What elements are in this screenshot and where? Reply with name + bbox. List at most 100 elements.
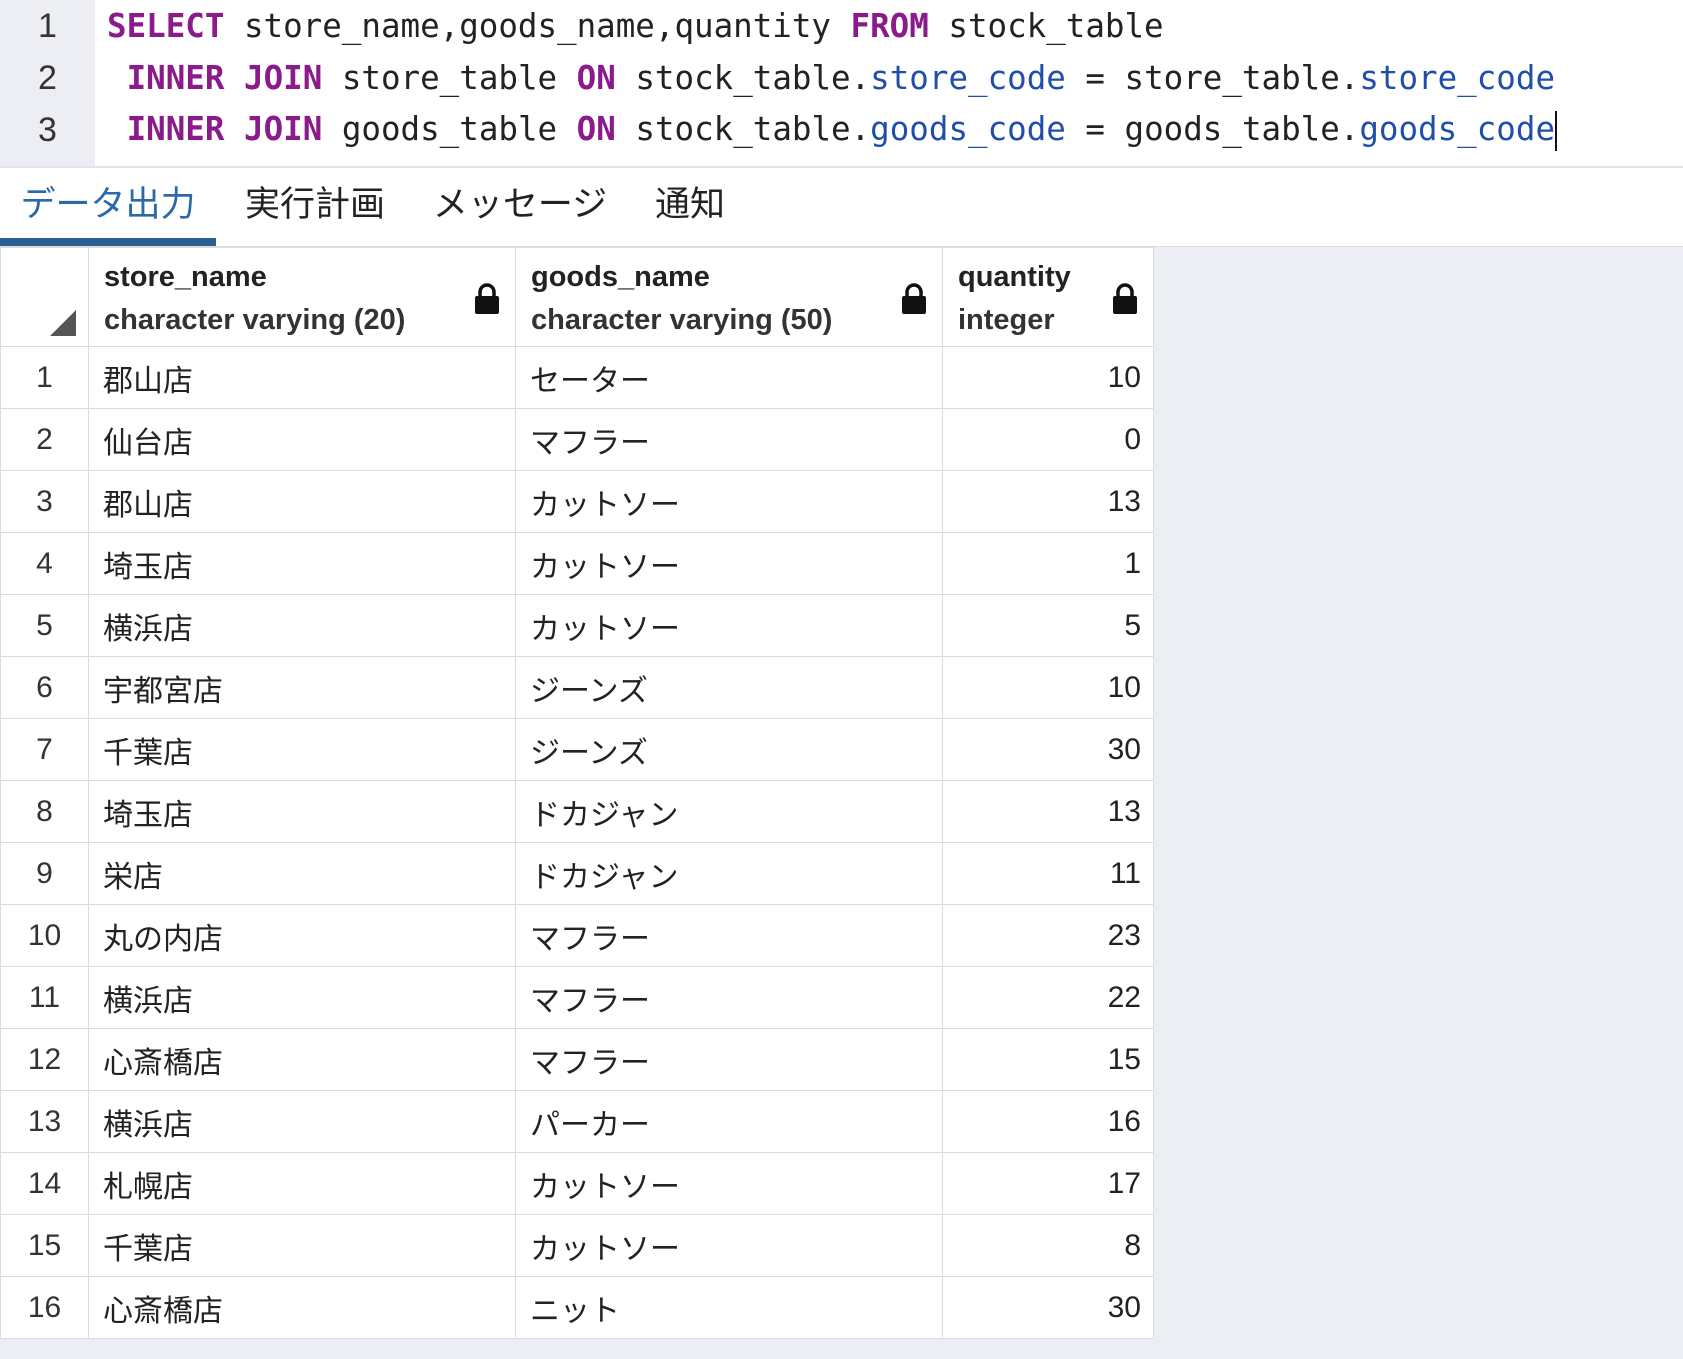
column-header-goods-name[interactable]: goods_name character varying (50): [515, 247, 943, 347]
tab-messages[interactable]: メッセージ: [420, 168, 620, 246]
cell-quantity[interactable]: 13: [942, 470, 1154, 533]
cell-store-name[interactable]: 横浜店: [88, 966, 516, 1029]
code-line-3[interactable]: 3 INNER JOIN goods_table ON stock_table.…: [0, 104, 1683, 156]
code-line-1[interactable]: 1 SELECT store_name,goods_name,quantity …: [0, 0, 1683, 52]
tab-data-output[interactable]: データ出力: [0, 168, 216, 246]
cell-quantity[interactable]: 30: [942, 718, 1154, 781]
cell-quantity[interactable]: 10: [942, 346, 1154, 409]
row-number[interactable]: 1: [0, 346, 89, 409]
row-number[interactable]: 12: [0, 1028, 89, 1091]
cell-store-name[interactable]: 埼玉店: [88, 780, 516, 843]
table-row[interactable]: 11 横浜店 マフラー 22: [0, 966, 1154, 1029]
cell-goods-name[interactable]: ニット: [515, 1276, 943, 1339]
table-row[interactable]: 13 横浜店 パーカー 16: [0, 1090, 1154, 1153]
table-row[interactable]: 4 埼玉店 カットソー 1: [0, 532, 1154, 595]
tab-notifications[interactable]: 通知: [640, 168, 740, 246]
table-row[interactable]: 10 丸の内店 マフラー 23: [0, 904, 1154, 967]
code-line-2[interactable]: 2 INNER JOIN store_table ON stock_table.…: [0, 52, 1683, 104]
table-row[interactable]: 15 千葉店 カットソー 8: [0, 1214, 1154, 1277]
table-row[interactable]: 3 郡山店 カットソー 13: [0, 470, 1154, 533]
cell-store-name[interactable]: 心斎橋店: [88, 1028, 516, 1091]
cell-goods-name[interactable]: ジーンズ: [515, 656, 943, 719]
row-number[interactable]: 2: [0, 408, 89, 471]
cell-goods-name[interactable]: マフラー: [515, 1028, 943, 1091]
tab-explain[interactable]: 実行計画: [230, 168, 400, 246]
row-number[interactable]: 5: [0, 594, 89, 657]
row-number[interactable]: 7: [0, 718, 89, 781]
table-row[interactable]: 1 郡山店 セーター 10: [0, 346, 1154, 409]
cell-store-name[interactable]: 心斎橋店: [88, 1276, 516, 1339]
cell-store-name[interactable]: 埼玉店: [88, 532, 516, 595]
sql-keyword: ON: [576, 109, 616, 148]
column-header-quantity[interactable]: quantity integer: [942, 247, 1154, 347]
cell-goods-name[interactable]: セーター: [515, 346, 943, 409]
cell-quantity[interactable]: 22: [942, 966, 1154, 1029]
cell-goods-name[interactable]: ドカジャン: [515, 780, 943, 843]
cell-store-name[interactable]: 栄店: [88, 842, 516, 905]
table-row[interactable]: 12 心斎橋店 マフラー 15: [0, 1028, 1154, 1091]
cell-quantity[interactable]: 17: [942, 1152, 1154, 1215]
cell-store-name[interactable]: 横浜店: [88, 1090, 516, 1153]
row-number[interactable]: 11: [0, 966, 89, 1029]
row-number[interactable]: 4: [0, 532, 89, 595]
sql-editor[interactable]: 1 SELECT store_name,goods_name,quantity …: [0, 0, 1683, 168]
code-text[interactable]: INNER JOIN goods_table ON stock_table.go…: [95, 109, 1558, 151]
cell-goods-name[interactable]: マフラー: [515, 904, 943, 967]
cell-goods-name[interactable]: カットソー: [515, 1214, 943, 1277]
row-number[interactable]: 13: [0, 1090, 89, 1153]
cell-goods-name[interactable]: カットソー: [515, 532, 943, 595]
cell-goods-name[interactable]: ジーンズ: [515, 718, 943, 781]
cell-quantity[interactable]: 8: [942, 1214, 1154, 1277]
row-number[interactable]: 6: [0, 656, 89, 719]
column-header-store-name[interactable]: store_name character varying (20): [88, 247, 516, 347]
row-number[interactable]: 16: [0, 1276, 89, 1339]
code-text[interactable]: SELECT store_name,goods_name,quantity FR…: [95, 7, 1164, 45]
cell-quantity[interactable]: 11: [942, 842, 1154, 905]
cell-store-name[interactable]: 郡山店: [88, 470, 516, 533]
table-row[interactable]: 9 栄店 ドカジャン 11: [0, 842, 1154, 905]
cell-quantity[interactable]: 23: [942, 904, 1154, 967]
cell-goods-name[interactable]: マフラー: [515, 966, 943, 1029]
cell-goods-name[interactable]: パーカー: [515, 1090, 943, 1153]
cell-quantity[interactable]: 5: [942, 594, 1154, 657]
cell-store-name[interactable]: 千葉店: [88, 1214, 516, 1277]
table-row[interactable]: 16 心斎橋店 ニット 30: [0, 1276, 1154, 1339]
sql-text: = goods_table.: [1065, 109, 1360, 148]
cell-goods-name[interactable]: ドカジャン: [515, 842, 943, 905]
select-all-cell[interactable]: [0, 247, 89, 347]
cell-store-name[interactable]: 札幌店: [88, 1152, 516, 1215]
sql-text: stock_table.: [615, 59, 871, 97]
table-row[interactable]: 5 横浜店 カットソー 5: [0, 594, 1154, 657]
cell-quantity[interactable]: 15: [942, 1028, 1154, 1091]
cell-store-name[interactable]: 仙台店: [88, 408, 516, 471]
cell-store-name[interactable]: 宇都宮店: [88, 656, 516, 719]
cell-goods-name[interactable]: カットソー: [515, 1152, 943, 1215]
cell-quantity[interactable]: 0: [942, 408, 1154, 471]
row-number[interactable]: 14: [0, 1152, 89, 1215]
cell-quantity[interactable]: 1: [942, 532, 1154, 595]
cell-store-name[interactable]: 千葉店: [88, 718, 516, 781]
cell-goods-name[interactable]: カットソー: [515, 470, 943, 533]
table-row[interactable]: 7 千葉店 ジーンズ 30: [0, 718, 1154, 781]
select-all-corner-icon[interactable]: [50, 310, 76, 336]
code-text[interactable]: INNER JOIN store_table ON stock_table.st…: [95, 59, 1555, 97]
cell-quantity[interactable]: 10: [942, 656, 1154, 719]
row-number[interactable]: 8: [0, 780, 89, 843]
table-row[interactable]: 6 宇都宮店 ジーンズ 10: [0, 656, 1154, 719]
row-number[interactable]: 3: [0, 470, 89, 533]
row-number[interactable]: 10: [0, 904, 89, 967]
cell-quantity[interactable]: 16: [942, 1090, 1154, 1153]
cell-goods-name[interactable]: カットソー: [515, 594, 943, 657]
table-row[interactable]: 8 埼玉店 ドカジャン 13: [0, 780, 1154, 843]
cell-store-name[interactable]: 横浜店: [88, 594, 516, 657]
table-row[interactable]: 2 仙台店 マフラー 0: [0, 408, 1154, 471]
table-row[interactable]: 14 札幌店 カットソー 17: [0, 1152, 1154, 1215]
sql-text: = store_table.: [1065, 59, 1360, 97]
cell-store-name[interactable]: 郡山店: [88, 346, 516, 409]
cell-quantity[interactable]: 30: [942, 1276, 1154, 1339]
row-number[interactable]: 15: [0, 1214, 89, 1277]
row-number[interactable]: 9: [0, 842, 89, 905]
cell-goods-name[interactable]: マフラー: [515, 408, 943, 471]
cell-store-name[interactable]: 丸の内店: [88, 904, 516, 967]
cell-quantity[interactable]: 13: [942, 780, 1154, 843]
